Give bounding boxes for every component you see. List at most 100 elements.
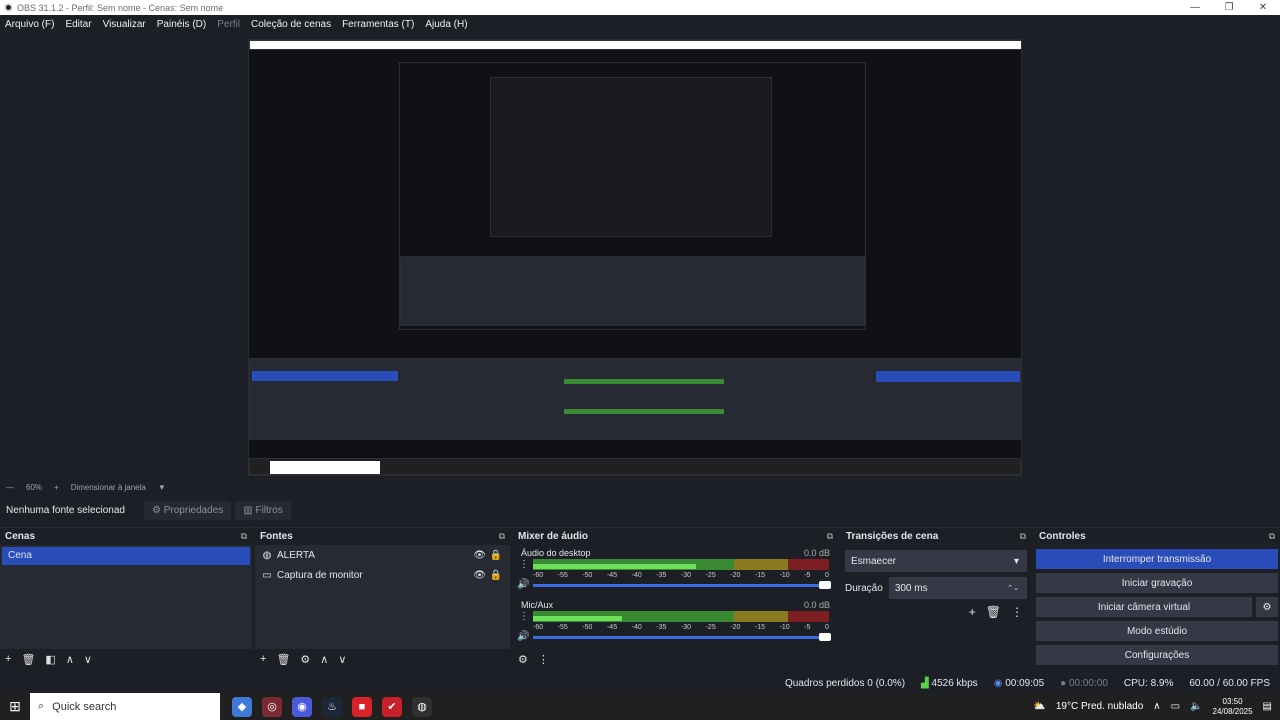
filters-button[interactable]: ▥ Filtros (235, 500, 291, 520)
slider-knob[interactable] (819, 581, 831, 589)
discord-icon[interactable]: ◉ (292, 696, 312, 717)
transition-select[interactable]: Esmaecer ▾ (845, 550, 1027, 572)
windows-start-icon[interactable]: ⊞ (0, 698, 30, 715)
filter-icon[interactable]: ◧ (45, 653, 55, 666)
gear-icon[interactable]: ⚙ (300, 653, 310, 666)
source-item-alerta[interactable]: ◍ ALERTA 👁 🔒 (255, 545, 510, 565)
taskbar-apps: ◆ ◎ ◉ ♨ ■ ✔ ◍ (232, 696, 432, 717)
menu-tools[interactable]: Ferramentas (T) (342, 19, 414, 30)
eye-icon[interactable]: 👁 (473, 570, 486, 581)
nested-meter-1 (564, 379, 724, 384)
status-bar: Quadros perdidos 0 (0.0%) ▟ 4526 kbps ◉ … (0, 674, 1280, 692)
dropped-frames: Quadros perdidos 0 (0.0%) (784, 677, 906, 689)
undock-icon[interactable]: ⧉ (241, 531, 247, 542)
menu-help[interactable]: Ajuda (H) (425, 19, 467, 30)
sources-dock-title: Fontes ⧉ (255, 528, 510, 545)
obs-icon[interactable]: ◍ (412, 696, 432, 717)
scenes-title: Cenas (5, 531, 36, 542)
channel-db: 0.0 dB (803, 548, 830, 558)
undock-icon[interactable]: ⧉ (499, 531, 505, 542)
window-titlebar: OBS 31.1.2 - Perfil: Sem nome - Cenas: S… (0, 0, 1280, 15)
zoom-in-button[interactable]: + (54, 483, 59, 492)
source-item-capture[interactable]: ▭ Captura de monitor 👁 🔒 (255, 565, 510, 585)
more-options-icon[interactable]: ⋮ (1011, 605, 1023, 619)
meter-ticks: -60 -55 -50 -45 -40 -35 -30 -25 -20 -15 -10 -5 0 (533, 624, 829, 631)
zoom-out-button[interactable]: — (6, 483, 14, 492)
stop-streaming-button[interactable]: Interromper transmissão (1036, 549, 1278, 569)
app-icon[interactable]: ✔ (382, 696, 402, 717)
lock-icon[interactable]: 🔒 (490, 550, 502, 561)
minimize-button[interactable]: — (1178, 0, 1212, 15)
menu-edit[interactable]: Editar (65, 19, 91, 30)
add-transition-icon[interactable]: + (969, 605, 976, 619)
clock[interactable]: 03:50 24/08/2025 (1213, 697, 1253, 717)
duration-value: 300 ms (894, 582, 928, 594)
advanced-audio-icon[interactable]: ⚙ (518, 653, 528, 666)
move-up-icon[interactable]: ∧ (66, 653, 74, 666)
copilot-icon[interactable]: ◆ (232, 696, 252, 717)
more-options-icon[interactable]: ⋮ (519, 611, 529, 622)
menu-bar: Arquivo (F) Editar Visualizar Painéis (D… (0, 15, 1280, 33)
menu-scene-collection[interactable]: Coleção de cenas (251, 19, 331, 30)
channel-name: Mic/Aux (521, 600, 554, 610)
app-icon[interactable]: ◎ (262, 696, 282, 717)
move-up-icon[interactable]: ∧ (320, 653, 328, 666)
nested-meter-2 (564, 409, 724, 414)
add-source-icon[interactable]: + (260, 653, 266, 665)
add-scene-icon[interactable]: + (5, 653, 11, 665)
menu-profile[interactable]: Perfil (217, 19, 240, 30)
undock-icon[interactable]: ⧉ (1269, 531, 1275, 542)
volume-slider[interactable] (533, 581, 831, 589)
trash-icon[interactable]: 🗑 (986, 605, 1001, 619)
signal-icon: ▟ (921, 677, 929, 689)
close-button[interactable]: ✕ (1246, 0, 1280, 15)
menu-docks[interactable]: Painéis (D) (157, 19, 206, 30)
preview-area[interactable] (0, 33, 1280, 479)
chevron-down-icon[interactable]: ▼ (158, 483, 166, 492)
taskbar-search[interactable]: ⌕ Quick search (30, 693, 220, 720)
system-tray: ⛅ 19°C Pred. nublado ∧ ▭ 🔈 03:50 24/08/2… (1033, 693, 1272, 720)
gear-icon[interactable]: ⚙ (1256, 597, 1278, 617)
slider-knob[interactable] (819, 633, 831, 641)
undock-icon[interactable]: ⧉ (1020, 531, 1026, 542)
mixer-channel-mic: Mic/Aux 0.0 dB ⋮ -60 -55 -50 -45 -40 -35 -30 -2… (513, 597, 838, 649)
chevron-up-icon[interactable]: ∧ (1153, 701, 1160, 712)
bitrate: ▟ 4526 kbps (921, 677, 978, 689)
scene-item[interactable]: Cena (2, 547, 250, 565)
volume-slider[interactable] (533, 633, 831, 641)
nested-scene-selected (252, 371, 398, 381)
menu-file[interactable]: Arquivo (F) (5, 19, 54, 30)
selected-source-label: Nenhuma fonte selecionad (6, 504, 125, 516)
spinner-icon[interactable]: ⌃⌄ (1007, 584, 1019, 592)
preview-canvas[interactable] (248, 39, 1022, 476)
lock-icon[interactable]: 🔒 (490, 570, 502, 581)
duration-input[interactable]: 300 ms ⌃⌄ (888, 577, 1027, 599)
trash-icon[interactable]: 🗑 (21, 653, 35, 666)
monitor-icon: ▭ (262, 569, 272, 581)
menu-view[interactable]: Visualizar (103, 19, 146, 30)
start-virtual-camera-button[interactable]: Iniciar câmera virtual (1036, 597, 1252, 617)
docks-row: Cenas ⧉ Cena + 🗑 ◧ ∧ ∨ Fontes ⧉ ◍ ALERTA… (0, 527, 1280, 669)
settings-button[interactable]: Configurações (1036, 645, 1278, 665)
move-down-icon[interactable]: ∨ (84, 653, 92, 666)
eye-icon[interactable]: 👁 (473, 550, 486, 561)
resize-to-window[interactable]: Dimensionar à janela (71, 483, 146, 492)
speaker-icon[interactable]: 🔊 (517, 631, 529, 642)
trash-icon[interactable]: 🗑 (276, 653, 290, 666)
undock-icon[interactable]: ⧉ (827, 531, 833, 542)
steam-icon[interactable]: ♨ (322, 696, 342, 717)
notifications-icon[interactable]: ▤ (1263, 701, 1272, 712)
move-down-icon[interactable]: ∨ (338, 653, 346, 666)
weather-text: 19°C Pred. nublado (1055, 701, 1144, 712)
studio-mode-button[interactable]: Modo estúdio (1036, 621, 1278, 641)
more-options-icon[interactable]: ⋮ (519, 559, 529, 570)
maximize-button[interactable]: ❐ (1212, 0, 1246, 15)
network-icon[interactable]: ▭ (1171, 701, 1180, 712)
properties-button[interactable]: ⚙ Propriedades (144, 500, 232, 520)
app-icon[interactable]: ■ (352, 696, 372, 717)
more-options-icon[interactable]: ⋮ (538, 653, 549, 666)
clock-time: 03:50 (1222, 696, 1243, 706)
volume-icon[interactable]: 🔈 (1190, 701, 1202, 712)
start-recording-button[interactable]: Iniciar gravação (1036, 573, 1278, 593)
speaker-icon[interactable]: 🔊 (517, 579, 529, 590)
